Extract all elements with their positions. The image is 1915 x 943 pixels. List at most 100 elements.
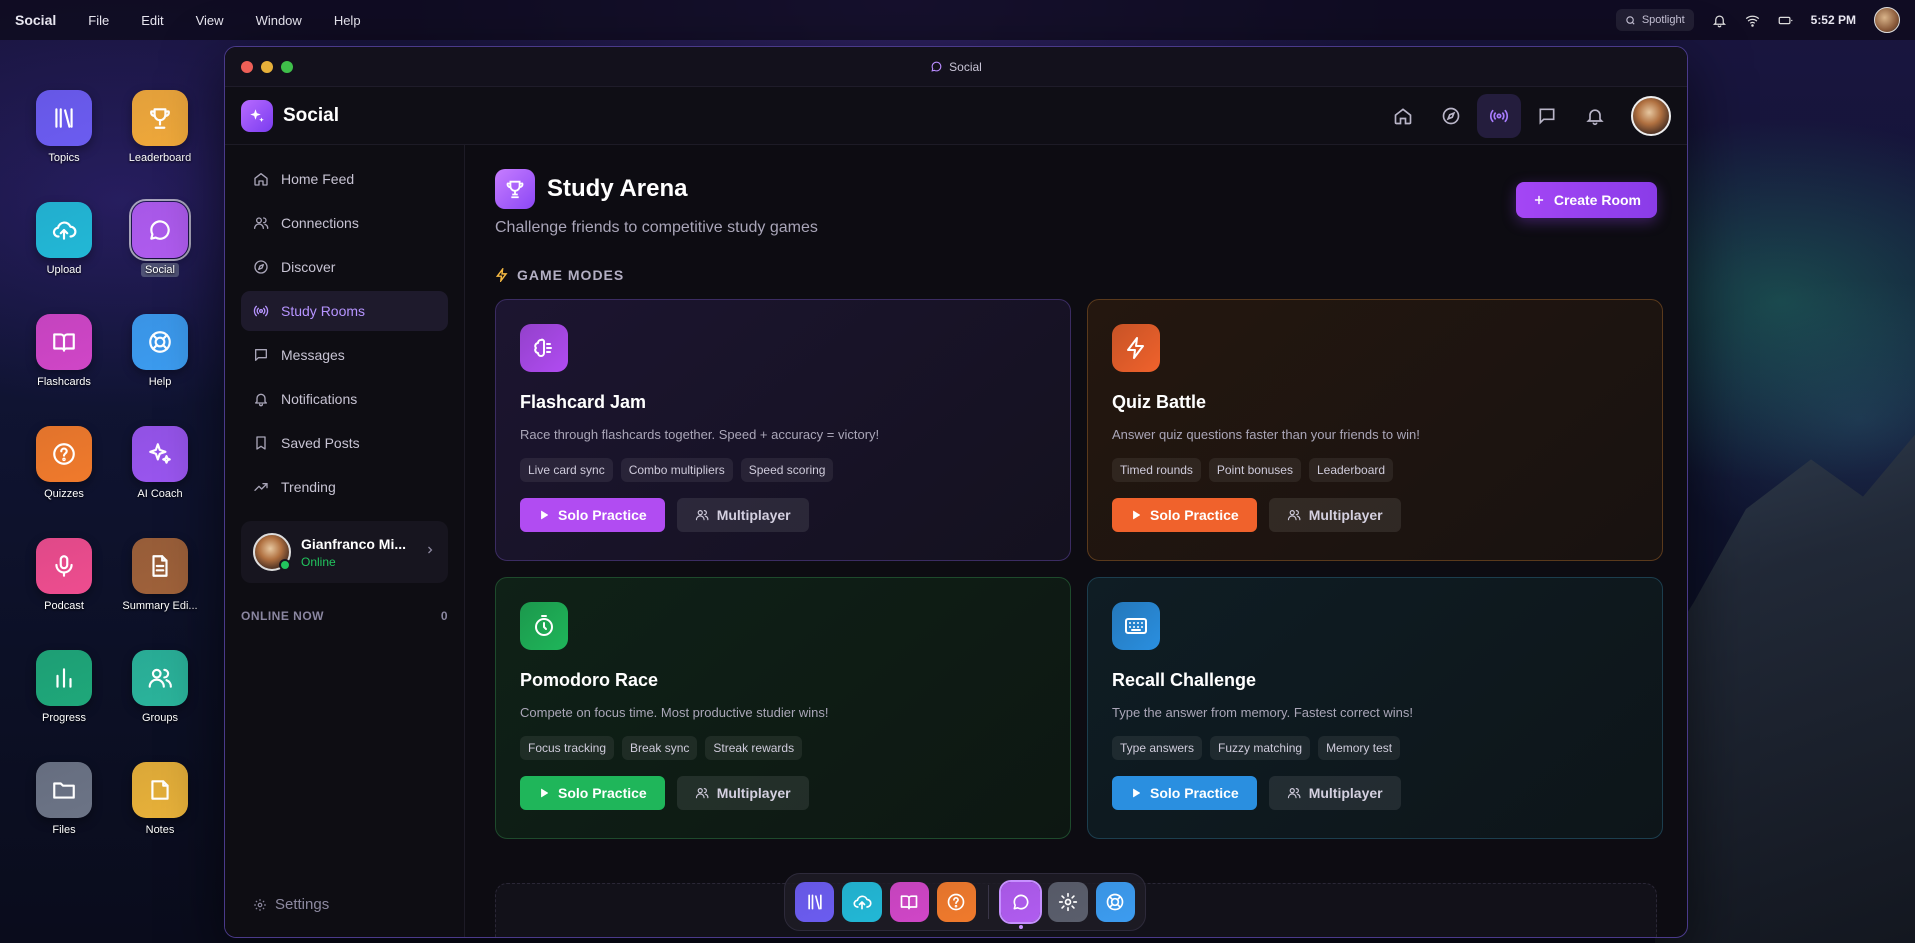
desktop-icon-quizzes[interactable]: Quizzes: [19, 426, 109, 501]
minimize-window-button[interactable]: [261, 60, 273, 73]
nav-messages-button[interactable]: [1525, 94, 1569, 138]
settings-label: Settings: [275, 896, 330, 913]
menu-file[interactable]: File: [88, 13, 109, 28]
solo-practice-button[interactable]: Solo Practice: [520, 776, 665, 810]
nav-discover-button[interactable]: [1429, 94, 1473, 138]
window-title: Social: [225, 60, 1687, 74]
document-icon: [132, 538, 188, 594]
desktop-icon-groups[interactable]: Groups: [115, 650, 205, 725]
user-card[interactable]: Gianfranco Mi... Online: [241, 521, 448, 583]
nav-notifications-button[interactable]: [1573, 94, 1617, 138]
menu-view[interactable]: View: [196, 13, 224, 28]
close-window-button[interactable]: [241, 60, 253, 73]
desktop-icon-leaderboard[interactable]: Leaderboard: [115, 90, 205, 165]
solo-practice-button[interactable]: Solo Practice: [520, 498, 665, 532]
main-content: Study Arena Challenge friends to competi…: [465, 145, 1687, 937]
desktop-icon-podcast[interactable]: Podcast: [19, 538, 109, 613]
settings-button[interactable]: Settings: [253, 896, 329, 913]
game-mode-card-recall-challenge[interactable]: Recall Challenge Type the answer from mem…: [1087, 577, 1663, 839]
solo-practice-button[interactable]: Solo Practice: [1112, 776, 1257, 810]
brand[interactable]: Social: [241, 99, 339, 132]
nav-home-button[interactable]: [1381, 94, 1425, 138]
page-title: Study Arena: [547, 175, 688, 202]
desktop-icon-upload[interactable]: Upload: [19, 202, 109, 277]
header-avatar[interactable]: [1631, 95, 1671, 136]
solo-practice-button[interactable]: Solo Practice: [1112, 498, 1257, 532]
menubar-avatar[interactable]: [1874, 7, 1900, 33]
create-room-button[interactable]: Create Room: [1515, 182, 1657, 218]
sidebar-item-discover[interactable]: Discover: [241, 247, 448, 287]
tag-list: Type answers Fuzzy matching Memory test: [1112, 736, 1638, 760]
desktop-icon-topics[interactable]: Topics: [19, 90, 109, 165]
sidebar-item-saved-posts[interactable]: Saved Posts: [241, 423, 448, 463]
library-icon: [36, 90, 92, 146]
feature-tag: Point bonuses: [1208, 458, 1301, 482]
chat-bubble-icon: [1011, 892, 1031, 912]
upload-cloud-icon: [852, 892, 872, 912]
window-controls: [241, 60, 293, 73]
sidebar-item-label: Messages: [281, 347, 345, 363]
dock-item-book-open[interactable]: [889, 882, 929, 922]
feature-tag: Combo multipliers: [620, 458, 733, 482]
feature-tag: Fuzzy matching: [1210, 736, 1311, 760]
gear-icon: [1058, 892, 1078, 912]
users-icon: [1287, 508, 1301, 522]
sidebar-item-connections[interactable]: Connections: [241, 203, 448, 243]
menu-edit[interactable]: Edit: [141, 13, 163, 28]
dock-item-chat-bubble[interactable]: [999, 880, 1043, 929]
sidebar-item-messages[interactable]: Messages: [241, 335, 448, 375]
wifi-icon[interactable]: [1745, 13, 1760, 28]
chevron-right-icon: [424, 543, 436, 561]
solo-practice-label: Solo Practice: [558, 507, 647, 523]
desktop-icon-summary-edi[interactable]: Summary Edi...: [115, 538, 205, 613]
online-status-dot: [279, 559, 291, 571]
desktop-icon-flashcards[interactable]: Flashcards: [19, 314, 109, 389]
tag-list: Live card sync Combo multipliers Speed sco…: [520, 458, 1046, 482]
game-mode-grid: Flashcard Jam Race through flashcards tog…: [495, 299, 1663, 839]
dock-item-gear[interactable]: [1048, 882, 1088, 922]
section-game-modes: GAME MODES: [495, 267, 1657, 283]
multiplayer-button[interactable]: Multiplayer: [1268, 498, 1401, 532]
menubar-clock[interactable]: 5:52 PM: [1811, 13, 1856, 27]
menu-help[interactable]: Help: [334, 13, 361, 28]
dock-item-library[interactable]: [795, 882, 835, 922]
sidebar-item-study-rooms[interactable]: Study Rooms: [241, 291, 448, 331]
game-mode-card-flashcard-jam[interactable]: Flashcard Jam Race through flashcards tog…: [495, 299, 1071, 561]
multiplayer-button[interactable]: Multiplayer: [1268, 776, 1401, 810]
menubar-app-name[interactable]: Social: [15, 12, 56, 28]
spotlight-button[interactable]: Spotlight: [1615, 9, 1694, 31]
play-icon: [538, 509, 550, 521]
maximize-window-button[interactable]: [281, 60, 293, 73]
dock-item-upload-cloud[interactable]: [842, 882, 882, 922]
menu-window[interactable]: Window: [256, 13, 302, 28]
desktop-icon-progress[interactable]: Progress: [19, 650, 109, 725]
desktop-icon-label: Summary Edi...: [122, 600, 198, 612]
desktop-icon-files[interactable]: Files: [19, 762, 109, 837]
desktop-icon-help[interactable]: Help: [115, 314, 205, 389]
dock-item-question-circle[interactable]: [936, 882, 977, 922]
sidebar-item-notifications[interactable]: Notifications: [241, 379, 448, 419]
feature-tag: Memory test: [1318, 736, 1401, 760]
desktop-icon-notes[interactable]: Notes: [115, 762, 205, 837]
battery-icon[interactable]: [1778, 13, 1793, 28]
desktop-icon-social[interactable]: Social: [115, 199, 205, 277]
online-now-label: ONLINE NOW: [241, 609, 324, 623]
multiplayer-button[interactable]: Multiplayer: [676, 776, 809, 810]
sidebar-item-home-feed[interactable]: Home Feed: [241, 159, 448, 199]
window-titlebar[interactable]: Social: [225, 47, 1687, 87]
sidebar-item-trending[interactable]: Trending: [241, 467, 448, 507]
game-mode-card-quiz-battle[interactable]: Quiz Battle Answer quiz questions faster …: [1087, 299, 1663, 561]
upload-cloud-icon: [36, 202, 92, 258]
keyboard-icon: [1112, 602, 1160, 650]
nav-study-rooms-button[interactable]: [1477, 93, 1521, 138]
trending-up-icon: [253, 479, 269, 495]
desktop-icon-label: Topics: [48, 152, 80, 164]
multiplayer-label: Multiplayer: [716, 785, 791, 801]
create-room-label: Create Room: [1553, 192, 1641, 208]
bell-icon[interactable]: [1712, 13, 1727, 28]
dock-item-lifebuoy[interactable]: [1095, 882, 1135, 922]
desktop-icon-ai-coach[interactable]: AI Coach: [115, 426, 205, 501]
game-mode-card-pomodoro-race[interactable]: Pomodoro Race Compete on focus time. Most…: [495, 577, 1071, 839]
multiplayer-button[interactable]: Multiplayer: [676, 498, 809, 532]
feature-tag: Focus tracking: [520, 736, 615, 760]
